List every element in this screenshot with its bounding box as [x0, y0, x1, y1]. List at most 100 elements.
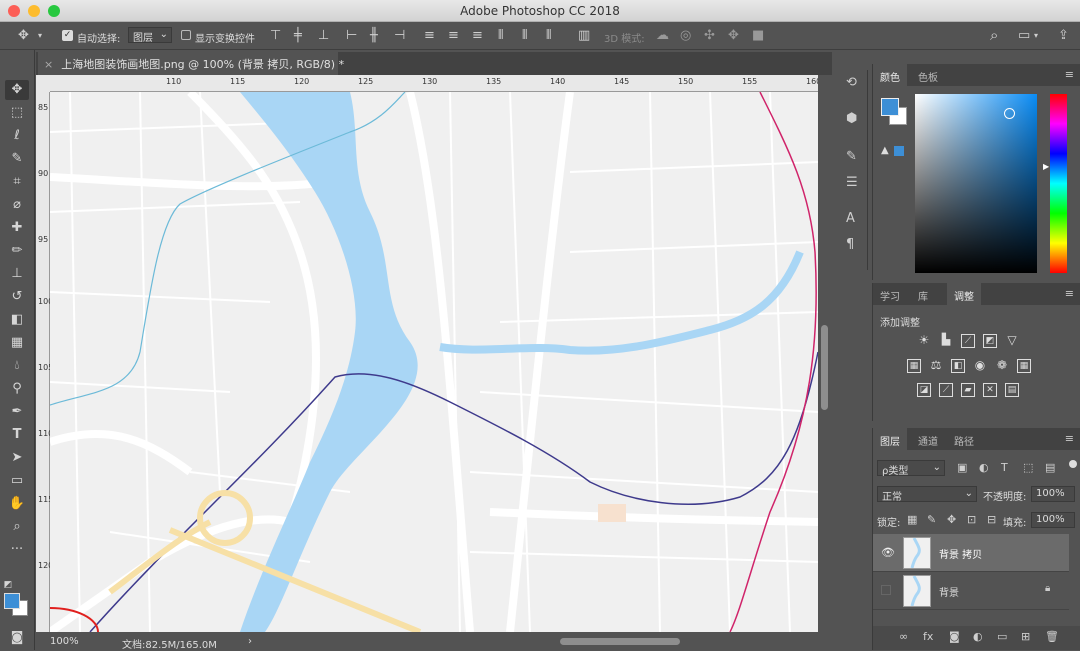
quick-mask-icon[interactable]: ◙ [5, 628, 29, 648]
tab-color[interactable]: 颜色 [873, 64, 907, 86]
close-tab-icon[interactable]: × [44, 58, 53, 71]
tab-learn[interactable]: 学习 [873, 283, 907, 305]
link-layers-icon[interactable]: ∞ [899, 630, 908, 644]
gamut-color-chip[interactable] [894, 146, 904, 156]
color-field[interactable] [915, 94, 1037, 273]
new-adjustment-icon[interactable]: ◐ [973, 630, 983, 644]
threshold-icon[interactable]: ▰ [961, 383, 975, 397]
opacity-input[interactable]: 100% [1031, 486, 1075, 502]
layer-filter-dropdown[interactable]: ρ类型 ⌄ [877, 460, 945, 477]
selective-color-icon[interactable]: ✕ [983, 383, 997, 397]
align-top-icon[interactable]: ⊤ [270, 29, 281, 43]
exposure-icon[interactable]: ◩ [983, 334, 997, 348]
show-transform-checkbox[interactable] [181, 30, 191, 40]
blend-mode-dropdown[interactable]: 正常 ⌄ [877, 486, 977, 503]
gradient-map-icon[interactable]: ▤ [1005, 383, 1019, 397]
distribute-hcenter-icon[interactable]: ⫴ [522, 29, 527, 43]
out-of-gamut-warning-icon[interactable]: ▲ [881, 145, 889, 156]
filter-toggle[interactable] [1069, 460, 1077, 468]
tab-layers[interactable]: 图层 [873, 428, 907, 450]
tab-libraries[interactable]: 库 [911, 283, 935, 305]
share-icon[interactable]: ⇪ [1058, 29, 1069, 43]
distribute-left-icon[interactable]: ⫴ [498, 29, 503, 43]
align-vcenter-icon[interactable]: ╪ [294, 29, 302, 43]
align-bottom-icon[interactable]: ⊥ [318, 29, 329, 43]
fg-color-chip[interactable] [881, 98, 899, 116]
ruler-origin[interactable] [36, 75, 50, 92]
channel-mixer-icon[interactable]: ❁ [995, 359, 1009, 373]
visibility-toggle[interactable] [881, 585, 891, 595]
quick-select-tool-icon[interactable]: ✎ [5, 149, 29, 169]
filter-adjustment-icon[interactable]: ◐ [979, 461, 989, 475]
hue-slider[interactable] [1050, 94, 1067, 273]
black-white-icon[interactable]: ◧ [951, 359, 965, 373]
new-group-icon[interactable]: ▭ [997, 630, 1007, 644]
workspace-icon[interactable]: ▭ [1018, 29, 1030, 43]
layer-style-icon[interactable]: fx [923, 630, 933, 644]
hand-tool-icon[interactable]: ✋ [5, 494, 29, 514]
workspace-chevron-icon[interactable]: ▾ [1034, 29, 1038, 43]
vertical-scrollbar[interactable] [818, 75, 832, 635]
fill-input[interactable]: 100% [1031, 512, 1075, 528]
align-right-icon[interactable]: ⊣ [394, 29, 405, 43]
lasso-tool-icon[interactable]: ℓ [5, 126, 29, 146]
levels-icon[interactable]: ▙ [939, 334, 953, 348]
brush-tool-icon[interactable]: ✏ [5, 241, 29, 261]
status-chevron-icon[interactable]: › [248, 636, 252, 647]
tab-channels[interactable]: 通道 [911, 428, 945, 450]
history-panel-icon[interactable]: ⟲ [846, 76, 857, 90]
panel-menu-icon[interactable]: ≡ [1065, 287, 1074, 300]
brush-settings-icon[interactable]: ✎ [846, 150, 857, 164]
move-tool-icon[interactable]: ✥ [18, 29, 29, 43]
properties-panel-icon[interactable]: ☰ [846, 176, 858, 190]
marquee-tool-icon[interactable]: ⬚ [5, 103, 29, 123]
gradient-tool-icon[interactable]: ▦ [5, 333, 29, 353]
foreground-color-swatch[interactable] [4, 593, 20, 609]
eye-icon[interactable]: 👁︎ [881, 546, 895, 559]
horizontal-scroll-thumb[interactable] [560, 638, 680, 645]
zoom-tool-icon[interactable]: ⌕ [5, 517, 29, 537]
add-mask-icon[interactable]: ◙ [949, 630, 960, 644]
layer-name[interactable]: 背景 拷贝 [939, 546, 982, 561]
blur-tool-icon[interactable]: 💧︎ [5, 356, 29, 376]
layer-row[interactable]: 背景 🔒︎ [873, 572, 1069, 610]
vertical-ruler[interactable]: 85 90 95 100 105 110 115 120 [36, 92, 53, 632]
color-balance-icon[interactable]: ⚖ [929, 359, 943, 373]
horizontal-ruler[interactable]: 110 115 120 125 130 135 140 145 150 155 … [50, 75, 821, 92]
document-tab[interactable]: × 上海地图装饰画地图.png @ 100% (背景 拷贝, RGB/8) * [38, 52, 344, 75]
3d-panel-icon[interactable]: ⬢ [846, 112, 857, 126]
align-hcenter-icon[interactable]: ╫ [370, 29, 378, 43]
photo-filter-icon[interactable]: ◉ [973, 359, 987, 373]
tab-adjustments[interactable]: 调整 [947, 283, 981, 305]
roll-3d-icon[interactable]: ◎ [680, 29, 691, 43]
filter-pixel-icon[interactable]: ▣ [957, 461, 967, 475]
hue-slider-marker-icon[interactable]: ▶ [1043, 162, 1049, 171]
lock-transparent-icon[interactable]: ▦ [907, 513, 917, 527]
tool-preset-chevron-icon[interactable]: ▾ [38, 29, 42, 43]
color-lookup-icon[interactable]: ▦ [1017, 359, 1031, 373]
distribute-top-icon[interactable]: ≡ [424, 29, 435, 43]
tab-paths[interactable]: 路径 [947, 428, 981, 450]
delete-layer-icon[interactable]: 🗑︎ [1045, 630, 1059, 644]
pen-tool-icon[interactable]: ✒ [5, 402, 29, 422]
default-colors-icon[interactable]: ◩ [2, 575, 14, 595]
move-tool-icon[interactable]: ✥ [5, 80, 29, 100]
tab-swatches[interactable]: 色板 [911, 64, 945, 86]
new-layer-icon[interactable]: ⊞ [1021, 630, 1030, 644]
crop-tool-icon[interactable]: ⌗ [5, 172, 29, 192]
rectangle-tool-icon[interactable]: ▭ [5, 471, 29, 491]
distribute-bottom-icon[interactable]: ≡ [472, 29, 483, 43]
more-tools-icon[interactable]: ··· [5, 540, 29, 560]
curves-icon[interactable]: ⟋ [961, 334, 975, 348]
posterize-icon[interactable]: ⟋ [939, 383, 953, 397]
document-canvas[interactable] [50, 92, 818, 632]
brightness-contrast-icon[interactable]: ☀ [917, 334, 931, 348]
eyedropper-tool-icon[interactable]: ⌀ [5, 195, 29, 215]
panel-menu-icon[interactable]: ≡ [1065, 68, 1074, 81]
dodge-tool-icon[interactable]: ⚲ [5, 379, 29, 399]
stamp-tool-icon[interactable]: ⊥ [5, 264, 29, 284]
lock-position-icon[interactable]: ✥ [947, 513, 956, 527]
paragraph-panel-icon[interactable]: ¶ [846, 238, 854, 252]
auto-select-checkbox[interactable]: ✓ [62, 30, 73, 41]
path-select-tool-icon[interactable]: ➤ [5, 448, 29, 468]
